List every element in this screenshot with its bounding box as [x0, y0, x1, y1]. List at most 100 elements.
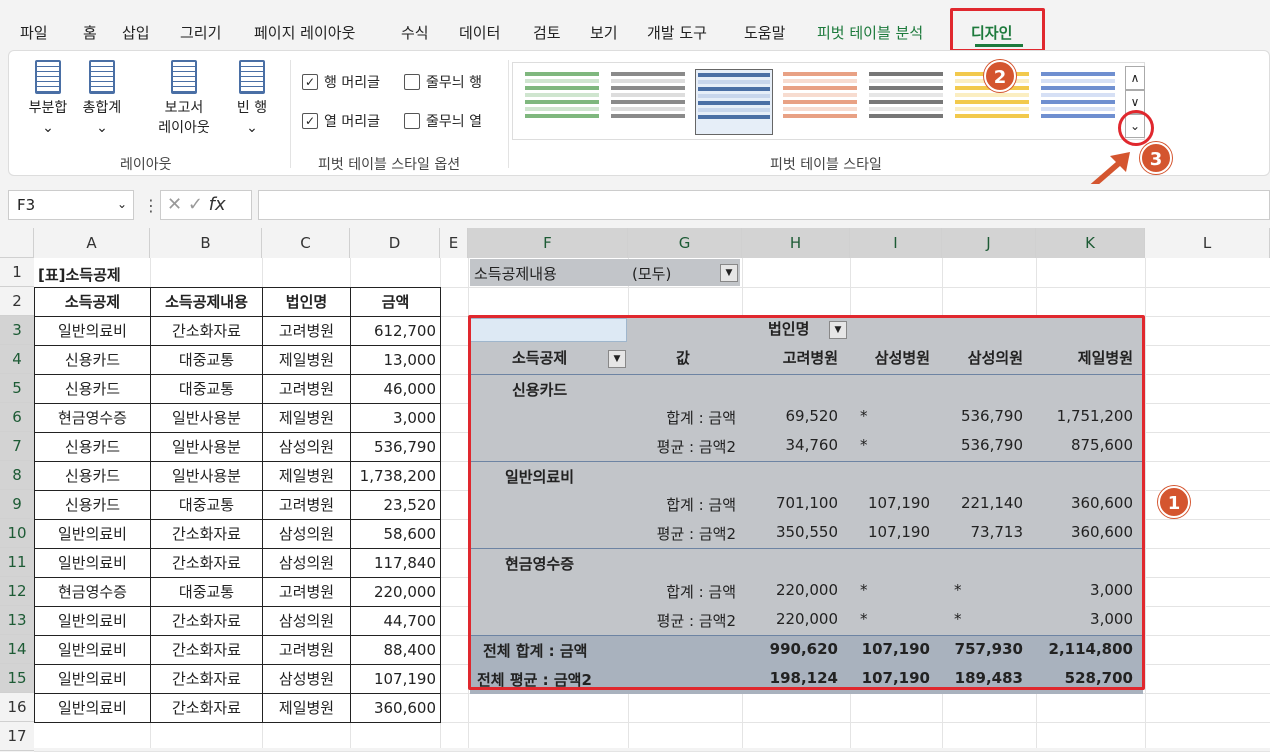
formula-input[interactable] — [258, 190, 1270, 220]
style-light-blue[interactable] — [1039, 69, 1117, 135]
table-cell[interactable]: 44,700 — [350, 606, 441, 636]
table-cell[interactable]: 대중교통 — [150, 490, 263, 520]
table-cell[interactable]: 삼성의원 — [262, 548, 351, 578]
table-header[interactable]: 금액 — [350, 287, 441, 317]
gallery-scroll-up[interactable]: ∧ — [1125, 66, 1145, 90]
table-cell[interactable]: 신용카드 — [34, 432, 151, 462]
row-header-15[interactable]: 15 — [0, 664, 34, 693]
tab-developer[interactable]: 개발 도구 — [647, 22, 707, 43]
table-cell[interactable]: 88,400 — [350, 635, 441, 665]
tab-help[interactable]: 도움말 — [744, 22, 785, 43]
table-cell[interactable]: 간소화자료 — [150, 635, 263, 665]
table-cell[interactable]: 신용카드 — [34, 461, 151, 491]
column-header-b[interactable]: B — [150, 228, 262, 258]
row-header-17[interactable]: 17 — [0, 722, 34, 751]
fx-icon[interactable]: fx — [209, 194, 226, 215]
column-header-h[interactable]: H — [742, 228, 850, 258]
table-header[interactable]: 소득공제 — [34, 287, 151, 317]
table-cell[interactable]: 고려병원 — [262, 316, 351, 346]
row-header-6[interactable]: 6 — [0, 403, 34, 432]
row-header-3[interactable]: 3 — [0, 316, 34, 345]
table-cell[interactable]: 제일병원 — [262, 403, 351, 433]
table-cell[interactable]: 일반의료비 — [34, 664, 151, 694]
tab-data[interactable]: 데이터 — [459, 22, 500, 43]
column-header-j[interactable]: J — [942, 228, 1036, 258]
row-header-4[interactable]: 4 — [0, 345, 34, 374]
column-header-g[interactable]: G — [628, 228, 742, 258]
style-gray[interactable] — [609, 69, 687, 135]
table-cell[interactable]: 1,738,200 — [350, 461, 441, 491]
table-cell[interactable]: 신용카드 — [34, 374, 151, 404]
filter-dropdown-icon[interactable]: ▼ — [720, 264, 738, 282]
banded-cols-checkbox[interactable]: 줄무늬 열 — [404, 111, 482, 131]
table-cell[interactable]: 신용카드 — [34, 490, 151, 520]
table-cell[interactable]: 대중교통 — [150, 345, 263, 375]
tab-pivot-analyze[interactable]: 피벗 테이블 분석 — [817, 22, 923, 43]
grand-total-button[interactable]: 총합계 ⌄ — [78, 60, 126, 138]
table-cell[interactable]: 3,000 — [350, 403, 441, 433]
subtotal-button[interactable]: 부분합 ⌄ — [24, 60, 72, 138]
tab-formulas[interactable]: 수식 — [401, 22, 429, 43]
tab-home[interactable]: 홈 — [83, 22, 97, 43]
table-cell[interactable]: 간소화자료 — [150, 664, 263, 694]
table-cell[interactable]: 일반의료비 — [34, 606, 151, 636]
tab-file[interactable]: 파일 — [20, 22, 48, 43]
table-cell[interactable]: 제일병원 — [262, 345, 351, 375]
table-cell[interactable]: 일반사용분 — [150, 403, 263, 433]
table-cell[interactable]: 일반의료비 — [34, 548, 151, 578]
column-header-a[interactable]: A — [34, 228, 150, 258]
tab-review[interactable]: 검토 — [533, 22, 561, 43]
table-cell[interactable]: 46,000 — [350, 374, 441, 404]
col-headers-checkbox[interactable]: ✓ 열 머리글 — [302, 111, 380, 131]
row-header-1[interactable]: 1 — [0, 258, 34, 287]
table-cell[interactable]: 간소화자료 — [150, 316, 263, 346]
tab-page-layout[interactable]: 페이지 레이아웃 — [254, 22, 355, 43]
table-cell[interactable]: 간소화자료 — [150, 548, 263, 578]
row-headers-checkbox[interactable]: ✓ 행 머리글 — [302, 72, 380, 92]
row-header-9[interactable]: 9 — [0, 490, 34, 519]
row-header-16[interactable]: 16 — [0, 693, 34, 722]
table-cell[interactable]: 360,600 — [350, 693, 441, 723]
tab-insert[interactable]: 삽입 — [122, 22, 150, 43]
tab-draw[interactable]: 그리기 — [180, 22, 221, 43]
table-cell[interactable]: 삼성병원 — [262, 664, 351, 694]
table-cell[interactable]: 일반의료비 — [34, 693, 151, 723]
table-cell[interactable]: 삼성의원 — [262, 519, 351, 549]
style-blue-selected[interactable] — [695, 69, 773, 135]
table-cell[interactable]: 일반의료비 — [34, 519, 151, 549]
select-all-button[interactable] — [0, 228, 34, 258]
report-layout-button[interactable]: 보고서 레이아웃 — [144, 60, 224, 138]
banded-rows-checkbox[interactable]: 줄무늬 행 — [404, 72, 482, 92]
table-cell[interactable]: 현금영수증 — [34, 577, 151, 607]
table-cell[interactable]: 간소화자료 — [150, 606, 263, 636]
column-header-l[interactable]: L — [1145, 228, 1270, 258]
table-cell[interactable]: 13,000 — [350, 345, 441, 375]
column-header-e[interactable]: E — [440, 228, 468, 258]
row-header-5[interactable]: 5 — [0, 374, 34, 403]
row-header-7[interactable]: 7 — [0, 432, 34, 461]
style-dark-gray[interactable] — [867, 69, 945, 135]
row-header-8[interactable]: 8 — [0, 461, 34, 490]
name-box[interactable]: F3 ⌄ — [8, 190, 134, 220]
table-cell[interactable]: 삼성의원 — [262, 606, 351, 636]
table-cell[interactable]: 삼성의원 — [262, 432, 351, 462]
table-cell[interactable]: 고려병원 — [262, 577, 351, 607]
table-header[interactable]: 소득공제내용 — [150, 287, 263, 317]
table-cell[interactable]: 제일병원 — [262, 461, 351, 491]
column-header-k[interactable]: K — [1036, 228, 1145, 258]
row-header-13[interactable]: 13 — [0, 606, 34, 635]
table-cell[interactable]: 58,600 — [350, 519, 441, 549]
table-cell[interactable]: 220,000 — [350, 577, 441, 607]
cancel-icon[interactable]: ✕ — [167, 194, 182, 215]
table-cell[interactable]: 간소화자료 — [150, 693, 263, 723]
table-header[interactable]: 법인명 — [262, 287, 351, 317]
table-cell[interactable]: 536,790 — [350, 432, 441, 462]
row-header-14[interactable]: 14 — [0, 635, 34, 664]
tab-view[interactable]: 보기 — [590, 22, 618, 43]
row-header-10[interactable]: 10 — [0, 519, 34, 548]
table-cell[interactable]: 대중교통 — [150, 374, 263, 404]
blank-rows-button[interactable]: 빈 행 ⌄ — [228, 60, 276, 138]
table-cell[interactable]: 117,840 — [350, 548, 441, 578]
row-header-11[interactable]: 11 — [0, 548, 34, 577]
table-cell[interactable]: 고려병원 — [262, 635, 351, 665]
